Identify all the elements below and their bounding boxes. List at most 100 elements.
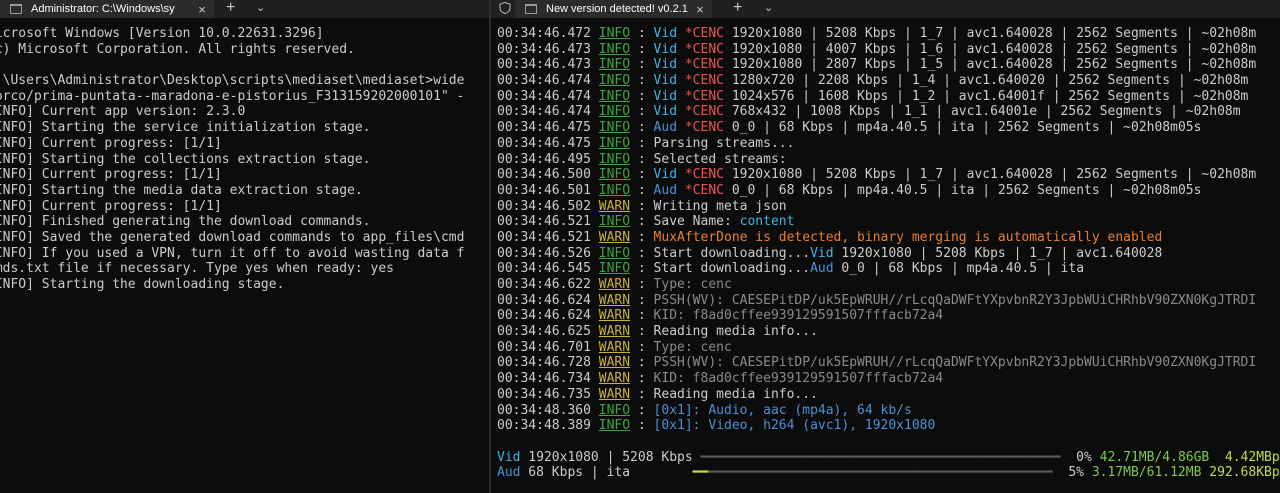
- log-line: Aud 68 Kbps | ita ━━━━━━━━━━━━━━━━━━━━━━…: [497, 465, 1280, 481]
- log-text: : Parsing streams...: [630, 135, 795, 151]
- log-text: 00:34:46.501: [497, 182, 599, 198]
- log-line: 00:34:46.701 WARN : Type: cenc: [497, 340, 1280, 356]
- log-text: 00:34:48.389: [497, 418, 599, 434]
- tab-administrator-cmd[interactable]: Administrator: C:\Windows\sy ×: [0, 0, 214, 18]
- info-level-label: INFO: [598, 182, 631, 198]
- warn-level-label: WARN: [598, 229, 631, 245]
- chevron-down-icon[interactable]: ⌄: [256, 0, 265, 18]
- log-text: Type: cenc: [653, 277, 732, 292]
- log-text: 00:34:46.526: [497, 245, 599, 261]
- log-line: 00:34:46.521 WARN : MuxAfterDone is dete…: [497, 230, 1280, 246]
- log-text: : Selected streams:: [630, 151, 787, 167]
- log-text: *CENC: [684, 88, 724, 104]
- log-line: 00:34:46.475 INFO : Aud *CENC 0_0 | 68 K…: [497, 120, 1280, 136]
- log-text: :: [630, 182, 654, 198]
- log-text: 1280x720 | 2208 Kbps | 1_4 | avc1.640020…: [724, 73, 1249, 89]
- log-text: Vid: [653, 57, 685, 73]
- terminal-line: C:\Users\Administrator\Desktop\scripts\m…: [0, 73, 465, 89]
- log-line: 00:34:46.625 WARN : Reading media info..…: [497, 324, 1280, 340]
- new-tab-button[interactable]: +: [733, 0, 742, 18]
- log-text: PSSH(WV): CAESEPitDP/uk5EpWRUH//rLcqQaDW…: [653, 355, 1257, 371]
- terminal-line: [INFO] Starting the service initializati…: [0, 120, 371, 136]
- log-text: : Reading media info...: [630, 386, 818, 402]
- info-level-label: INFO: [598, 402, 631, 418]
- terminal-line: cmds.txt file if necessary. Type yes whe…: [0, 261, 394, 277]
- log-text: :: [630, 73, 654, 89]
- log-text: 00:34:46.701: [497, 339, 599, 355]
- log-text: :: [630, 355, 654, 371]
- log-text: 00:34:46.734: [497, 371, 599, 387]
- log-text: 00:34:46.545: [497, 261, 599, 277]
- terminal-icon: [10, 4, 22, 14]
- log-text: 1920x1080 | 5208 Kbps | 1_7 | avc1.64002…: [833, 245, 1163, 261]
- log-text: Vid: [497, 449, 521, 465]
- log-text: 00:34:46.728: [497, 355, 599, 371]
- log-line: 00:34:46.474 INFO : Vid *CENC 1280x720 |…: [497, 73, 1280, 89]
- warn-level-label: WARN: [598, 355, 631, 371]
- log-text: 292.68KBps: [1209, 465, 1280, 481]
- warn-level-label: WARN: [598, 371, 631, 387]
- log-text: :: [630, 57, 654, 73]
- log-text: 00:34:46.622: [497, 277, 599, 292]
- log-text: 0_0 | 68 Kbps | mp4a.40.5 | ita | 2562 S…: [724, 182, 1202, 198]
- log-text: Vid: [653, 41, 685, 57]
- log-text: 0_0 | 68 Kbps | mp4a.40.5 | ita: [833, 261, 1085, 277]
- log-line: 00:34:46.500 INFO : Vid *CENC 1920x1080 …: [497, 167, 1280, 183]
- terminal-line: [INFO] Current progress: [1/1]: [0, 167, 222, 183]
- right-terminal-output[interactable]: 00:34:46.472 INFO : Vid *CENC 1920x1080 …: [497, 26, 1280, 481]
- log-line: 00:34:46.734 WARN : KID: f8ad0cffee93912…: [497, 371, 1280, 387]
- right-terminal-pane[interactable]: New version detected! v0.2.1- × + ⌄ 00:3…: [491, 0, 1280, 493]
- warn-level-label: WARN: [598, 339, 631, 355]
- log-text: :: [630, 277, 654, 292]
- terminal-line: [INFO] Current progress: [1/1]: [0, 198, 222, 214]
- log-text: KID: f8ad0cffee939129591507fffacb72a4: [653, 371, 944, 387]
- log-line: 00:34:46.728 WARN : PSSH(WV): CAESEPitDP…: [497, 355, 1280, 371]
- log-text: :: [630, 402, 654, 418]
- log-text: : Start downloading...: [630, 245, 811, 261]
- log-text: [0x1]: Video, h264 (avc1), 1920x1080: [653, 418, 936, 434]
- tab-new-version-detected[interactable]: New version detected! v0.2.1- ×: [515, 0, 712, 18]
- terminal-line: [INFO] If you used a VPN, turn it off to…: [0, 245, 465, 261]
- log-text: 00:34:46.624: [497, 292, 599, 308]
- new-tab-button[interactable]: +: [226, 0, 235, 18]
- log-text: :: [630, 339, 654, 355]
- log-text: *CENC: [684, 167, 724, 183]
- close-icon[interactable]: ×: [190, 2, 214, 17]
- log-text: Aud: [653, 120, 685, 136]
- log-line: 00:34:46.545 INFO : Start downloading...…: [497, 261, 1280, 277]
- warn-level-label: WARN: [598, 386, 631, 402]
- left-terminal-pane[interactable]: Administrator: C:\Windows\sy × + ⌄ Micro…: [0, 0, 489, 493]
- log-line: 00:34:46.735 WARN : Reading media info..…: [497, 387, 1280, 403]
- log-text: : Start downloading...: [630, 261, 811, 277]
- left-terminal-output[interactable]: Microsoft Windows [Version 10.0.22631.32…: [0, 26, 489, 293]
- log-text: KID: f8ad0cffee939129591507fffacb72a4: [653, 308, 944, 324]
- log-text: :: [630, 371, 654, 387]
- log-text: *CENC: [684, 104, 724, 120]
- log-text: *CENC: [684, 182, 724, 198]
- info-level-label: INFO: [598, 261, 631, 277]
- log-text: 00:34:46.521: [497, 214, 599, 230]
- log-text: ━━: [692, 465, 709, 481]
- warn-level-label: WARN: [598, 324, 631, 340]
- terminal-line: [INFO] Current progress: [1/1]: [0, 135, 222, 151]
- log-text: *CENC: [684, 73, 724, 89]
- log-line: 00:34:46.624 WARN : KID: f8ad0cffee93912…: [497, 308, 1280, 324]
- log-text: Type: cenc: [653, 339, 732, 355]
- log-text: 00:34:46.500: [497, 167, 599, 183]
- log-text: :: [630, 41, 654, 57]
- close-icon[interactable]: ×: [688, 2, 712, 17]
- log-text: 00:34:46.475: [497, 120, 599, 136]
- log-text: :: [630, 88, 654, 104]
- log-text: 42.71MB/4.86GB: [1099, 449, 1210, 465]
- log-text: 00:34:46.474: [497, 88, 599, 104]
- log-text: PSSH(WV): CAESEPitDP/uk5EpWRUH//rLcqQaDW…: [653, 292, 1257, 308]
- log-line: 00:34:46.501 INFO : Aud *CENC 0_0 | 68 K…: [497, 183, 1280, 199]
- log-text: :: [630, 418, 654, 434]
- info-level-label: INFO: [598, 57, 631, 73]
- chevron-down-icon[interactable]: ⌄: [764, 0, 773, 18]
- log-text: 00:34:46.495: [497, 151, 599, 167]
- warn-level-label: WARN: [598, 292, 631, 308]
- info-level-label: INFO: [598, 41, 631, 57]
- log-text: 00:34:46.502: [497, 198, 599, 214]
